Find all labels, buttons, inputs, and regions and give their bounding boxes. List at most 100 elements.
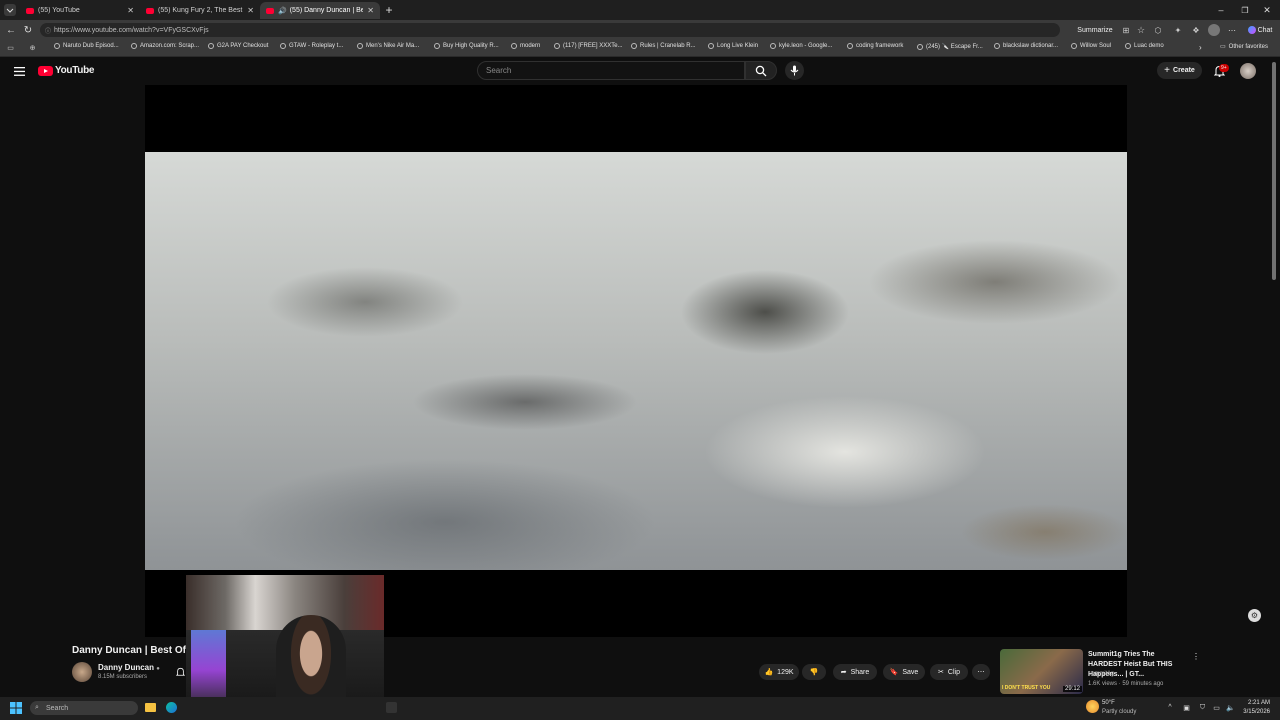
clip-button[interactable]: ✂ Clip: [930, 664, 968, 680]
clip-label: Clip: [947, 668, 960, 676]
tray-app-icon[interactable]: ▣: [1182, 703, 1191, 712]
globe-icon: [847, 43, 853, 49]
network-icon[interactable]: ▭: [1212, 703, 1221, 712]
weather-temp[interactable]: 50°F: [1102, 700, 1115, 706]
tab-label: (55) Danny Duncan | Best Of...: [289, 7, 364, 14]
back-icon[interactable]: ←: [5, 24, 17, 36]
new-tab-icon[interactable]: +: [383, 3, 395, 17]
create-button[interactable]: + Create: [1157, 62, 1202, 79]
extensions-icon[interactable]: ⬡: [1152, 24, 1164, 36]
share-button[interactable]: ➦ Share: [833, 664, 877, 680]
summarize-button[interactable]: Summarize: [1072, 24, 1118, 36]
bookmark-item[interactable]: Amazon.com: Scrap...: [131, 43, 199, 49]
site-info-icon[interactable]: ⓘ: [45, 26, 51, 35]
favorites-icon[interactable]: ✦: [1172, 24, 1184, 36]
edge-browser-icon[interactable]: [166, 702, 177, 713]
star-icon[interactable]: ☆: [1135, 24, 1147, 36]
refresh-icon[interactable]: ↻: [22, 24, 34, 36]
voice-search-button[interactable]: [785, 61, 804, 80]
mini-robot-icon[interactable]: ⚙: [1248, 609, 1261, 622]
close-icon[interactable]: ✕: [127, 6, 134, 15]
taskbar-search-input[interactable]: ⌕ Search: [30, 701, 138, 715]
weather-icon[interactable]: [1086, 700, 1099, 713]
globe-icon: [708, 43, 714, 49]
bookmark-item[interactable]: Long Live Klein: [708, 43, 758, 49]
page-scrollbar[interactable]: [1272, 62, 1276, 280]
create-label: Create: [1173, 67, 1195, 74]
globe-icon: [554, 43, 560, 49]
volume-icon[interactable]: 🔈: [1226, 703, 1235, 712]
bookmark-item[interactable]: G2A PAY Checkout: [208, 43, 268, 49]
start-button-icon[interactable]: [10, 702, 22, 714]
hamburger-menu-icon[interactable]: [13, 65, 25, 77]
tab-youtube-home[interactable]: (55) YouTube ✕: [20, 2, 140, 19]
url-field[interactable]: ⓘ https://www.youtube.com/watch?v=VFyGSC…: [40, 23, 1060, 37]
bookmark-item[interactable]: (245) 🔪 Escape Fr...: [917, 43, 983, 50]
recommendation-menu-icon[interactable]: ⋮: [1192, 650, 1200, 662]
bookmark-item[interactable]: Buy High Quality R...: [434, 43, 499, 49]
clock-date[interactable]: 3/15/2026: [1236, 709, 1270, 715]
clock-time[interactable]: 2:21 AM: [1236, 700, 1270, 706]
verified-icon: ●: [156, 666, 160, 672]
security-icon[interactable]: ⛉: [1198, 703, 1207, 712]
profile-avatar-icon[interactable]: [1208, 24, 1220, 36]
microphone-icon: [790, 65, 799, 76]
restore-icon[interactable]: ❐: [1238, 3, 1252, 17]
tab-actions-icon[interactable]: [4, 4, 16, 16]
video-frame[interactable]: [145, 152, 1127, 570]
bell-icon[interactable]: [174, 665, 186, 679]
channel-avatar[interactable]: [72, 662, 92, 682]
more-actions-button[interactable]: ⋯: [972, 664, 990, 680]
bookmark-item[interactable]: (117) [FREE] XXXTe...: [554, 43, 623, 49]
dislike-button[interactable]: 👎: [802, 664, 826, 680]
tab-danny-duncan[interactable]: 🔊 (55) Danny Duncan | Best Of... ✕: [260, 2, 380, 19]
close-icon[interactable]: ✕: [247, 6, 254, 15]
bookmark-item[interactable]: coding framework: [847, 43, 903, 49]
globe-icon: [994, 43, 1000, 49]
other-favorites[interactable]: ▭ Other favorites: [1220, 43, 1268, 51]
tray-overflow-icon[interactable]: ^: [1166, 703, 1174, 711]
channel-name[interactable]: Danny Duncan ●: [98, 663, 160, 672]
globe-icon: [631, 43, 637, 49]
more-icon: ⋯: [977, 669, 985, 676]
close-icon[interactable]: ✕: [367, 6, 374, 15]
recommendation-meta: 1.6K views · 59 minutes ago: [1088, 681, 1164, 687]
search-button[interactable]: [745, 61, 777, 80]
bookmark-item[interactable]: Willow Soul: [1071, 43, 1111, 49]
bookmark-item[interactable]: Naruto Dub Episod...: [54, 43, 119, 49]
url-text: https://www.youtube.com/watch?v=VFyGSCXv…: [54, 26, 209, 34]
bookmark-item[interactable]: blackslaw dictionar...: [994, 43, 1058, 49]
search-input[interactable]: Search: [477, 61, 745, 80]
split-view-icon[interactable]: ⊞: [1120, 24, 1132, 36]
account-avatar[interactable]: [1240, 63, 1256, 79]
file-explorer-icon[interactable]: [145, 703, 156, 712]
audio-playing-icon[interactable]: 🔊: [278, 7, 287, 15]
bookmark-item[interactable]: GTAW - Roleplay t...: [280, 43, 343, 49]
collections-icon[interactable]: ❖: [1190, 24, 1202, 36]
taskbar-app-icon[interactable]: [386, 702, 397, 713]
youtube-logo-icon[interactable]: [38, 66, 53, 76]
copilot-chat-button[interactable]: Chat: [1244, 24, 1276, 36]
youtube-favicon-icon: [146, 7, 154, 14]
bookmark-item[interactable]: Men's Nike Air Ma...: [357, 43, 419, 49]
bookmark-item[interactable]: modern: [511, 43, 540, 49]
recommendation-channel[interactable]: summit1g: [1088, 671, 1114, 677]
share-label: Share: [850, 668, 870, 676]
chat-label: Chat: [1257, 26, 1273, 34]
youtube-logo-text[interactable]: YouTube: [55, 65, 95, 76]
close-window-icon[interactable]: ✕: [1260, 3, 1274, 17]
workspaces-icon[interactable]: ▭: [6, 43, 15, 52]
save-label: Save: [902, 668, 919, 676]
bookmark-item[interactable]: Rules | Cranelab R...: [631, 43, 696, 49]
bookmarks-overflow-icon[interactable]: ›: [1199, 43, 1202, 52]
globe-icon: [54, 43, 60, 49]
minimize-icon[interactable]: –: [1214, 3, 1228, 17]
bookmark-item[interactable]: kyle.leon - Google...: [770, 43, 832, 49]
more-menu-icon[interactable]: ⋯: [1226, 24, 1238, 36]
like-button[interactable]: 👍 129K: [759, 664, 799, 680]
tab-kung-fury[interactable]: (55) Kung Fury 2, The Best 10 Min... ✕: [140, 2, 260, 19]
bookmark-item[interactable]: Luac demo: [1125, 43, 1164, 49]
save-button[interactable]: 🔖 Save: [883, 664, 925, 680]
globe-icon: [511, 43, 517, 49]
apps-icon[interactable]: ⊕: [28, 43, 37, 52]
